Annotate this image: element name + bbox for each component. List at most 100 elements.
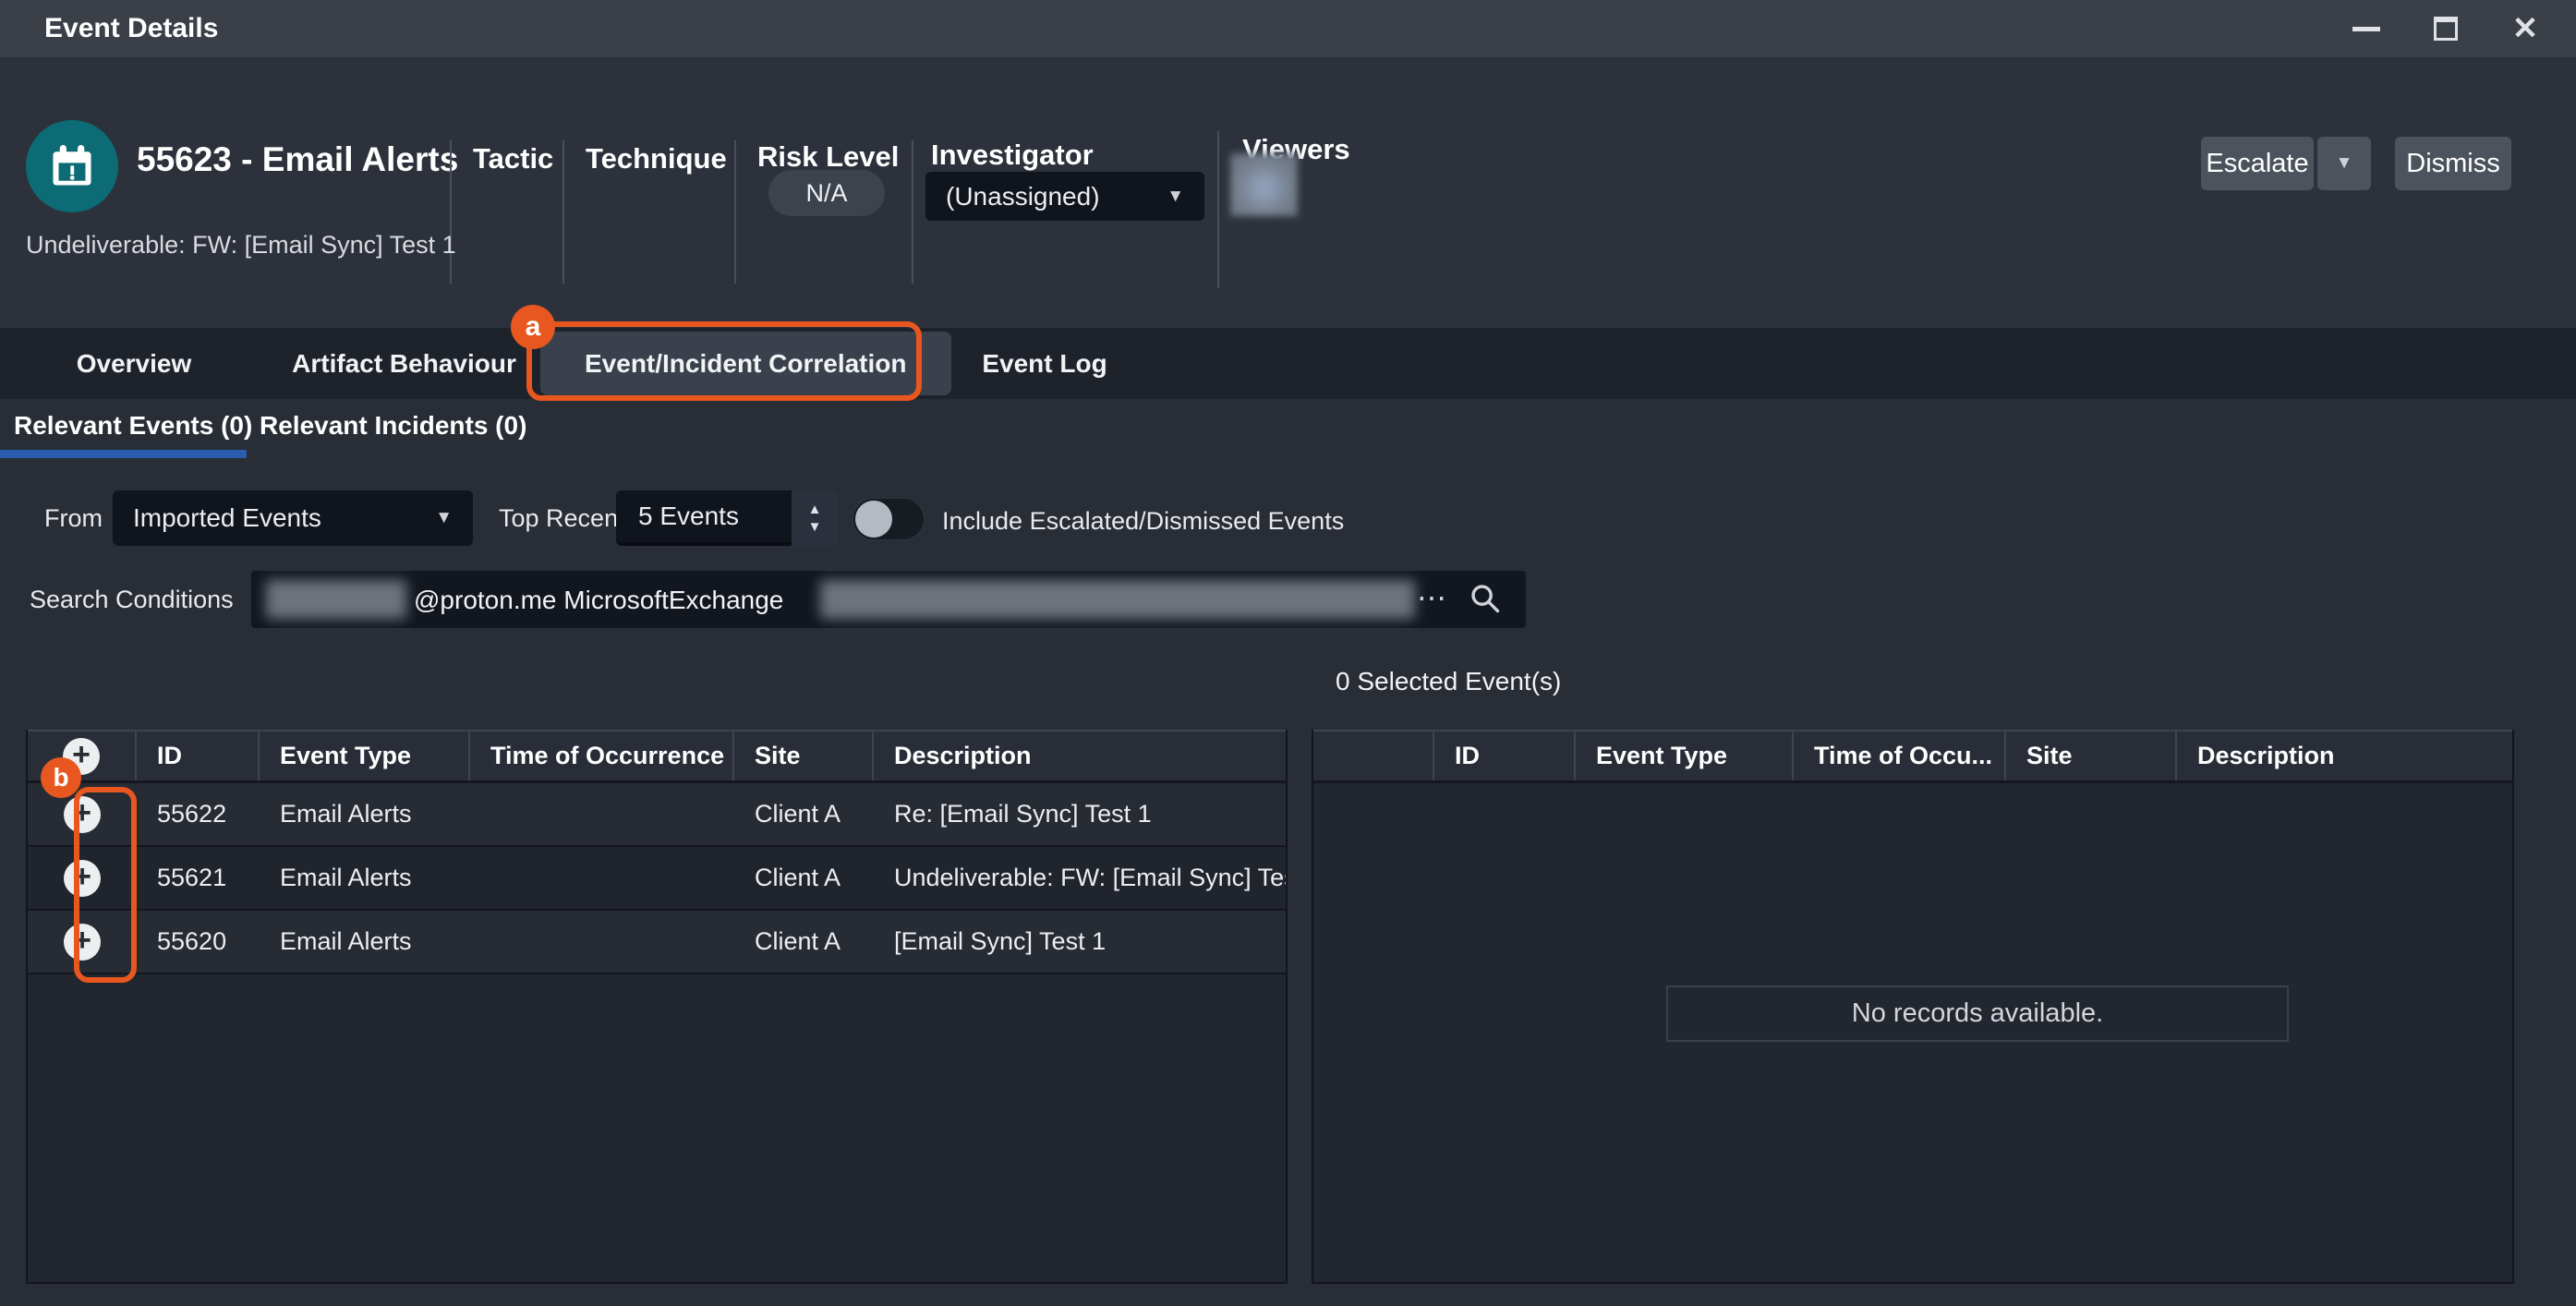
- event-title: 55623 - Email Alerts: [137, 140, 458, 179]
- minimize-button[interactable]: [2351, 13, 2382, 44]
- tab-event-incident-correlation[interactable]: Event/Incident Correlation: [540, 332, 951, 395]
- include-escalated-toggle[interactable]: [852, 497, 925, 541]
- subtab-relevant-events[interactable]: Relevant Events (0): [14, 411, 252, 441]
- header-divider: [912, 140, 913, 284]
- header-divider: [450, 140, 452, 284]
- table-row[interactable]: + 55621 Email Alerts Client A Undelivera…: [28, 847, 1286, 911]
- escalate-dropdown-button[interactable]: ▼: [2317, 137, 2371, 190]
- column-header-description[interactable]: Description: [2177, 732, 2512, 780]
- cell-time: [470, 847, 734, 909]
- column-header-description[interactable]: Description: [874, 732, 1286, 780]
- cell-event-type: Email Alerts: [260, 847, 470, 909]
- tab-artifact-behaviour[interactable]: Artifact Behaviour: [286, 328, 522, 399]
- column-header-site[interactable]: Site: [2006, 732, 2177, 780]
- tab-event-log[interactable]: Event Log: [979, 328, 1110, 399]
- selected-events-table: ID Event Type Time of Occu... Site Descr…: [1312, 730, 2514, 1284]
- include-escalated-label: Include Escalated/Dismissed Events: [942, 507, 1344, 536]
- close-icon: ✕: [2512, 13, 2539, 44]
- tab-strip: Overview Artifact Behaviour Event/Incide…: [0, 328, 2576, 399]
- stepper-up-icon: ▲: [808, 502, 822, 516]
- add-event-button[interactable]: +: [64, 924, 101, 961]
- stepper-down-icon: ▼: [808, 520, 822, 534]
- table-header-row: ID Event Type Time of Occu... Site Descr…: [1313, 730, 2512, 783]
- header-divider: [562, 140, 564, 284]
- header-divider: [1217, 131, 1219, 288]
- window-title: Event Details: [0, 13, 218, 44]
- redacted-text-block: [820, 580, 1415, 619]
- search-icon: [1469, 582, 1502, 615]
- cell-description: Re: [Email Sync] Test 1: [874, 783, 1286, 845]
- investigator-label: Investigator: [931, 139, 1094, 172]
- add-event-button[interactable]: +: [64, 860, 101, 897]
- subtab-relevant-incidents[interactable]: Relevant Incidents (0): [260, 411, 526, 441]
- top-recent-stepper[interactable]: ▲ ▼: [792, 490, 838, 546]
- calendar-alert-glyph: [45, 139, 99, 193]
- column-header-id[interactable]: ID: [1434, 732, 1576, 780]
- risk-level-badge: N/A: [768, 170, 885, 216]
- annotation-badge-b: b: [41, 757, 81, 798]
- table-row[interactable]: + 55620 Email Alerts Client A [Email Syn…: [28, 911, 1286, 974]
- escalate-button[interactable]: Escalate: [2201, 137, 2314, 190]
- column-header-event-type[interactable]: Event Type: [260, 732, 470, 780]
- maximize-button[interactable]: [2430, 13, 2461, 44]
- active-subtab-indicator: [0, 450, 247, 458]
- investigator-value: (Unassigned): [946, 182, 1100, 212]
- cell-id: 55622: [137, 783, 260, 845]
- event-calendar-alert-icon: [26, 120, 118, 212]
- no-records-message: No records available.: [1666, 986, 2289, 1042]
- cell-id: 55621: [137, 847, 260, 909]
- more-conditions-button[interactable]: ⋯: [1417, 580, 1446, 615]
- search-button[interactable]: [1469, 582, 1502, 620]
- cell-site: Client A: [734, 911, 874, 973]
- plus-icon: +: [73, 861, 91, 892]
- toggle-knob: [855, 501, 892, 538]
- annotation-badge-a: a: [511, 305, 555, 349]
- cell-event-type: Email Alerts: [260, 783, 470, 845]
- table-header-row: + ID Event Type Time of Occurrence Site …: [28, 730, 1286, 783]
- from-select[interactable]: Imported Events ▼: [113, 490, 473, 546]
- column-header-event-type[interactable]: Event Type: [1576, 732, 1794, 780]
- title-bar: Event Details ✕: [0, 0, 2576, 57]
- viewer-avatar: [1230, 153, 1298, 216]
- plus-icon: +: [73, 797, 91, 828]
- search-visible-text: @proton.me MicrosoftExchange: [414, 586, 783, 615]
- header-divider: [734, 140, 736, 284]
- column-header-time[interactable]: Time of Occu...: [1794, 732, 2006, 780]
- cell-time: [470, 783, 734, 845]
- event-header: 55623 - Email Alerts Tactic Technique Ri…: [0, 57, 2576, 328]
- column-header-time[interactable]: Time of Occurrence: [470, 732, 734, 780]
- column-header-site[interactable]: Site: [734, 732, 874, 780]
- close-button[interactable]: ✕: [2509, 13, 2541, 44]
- window-controls: ✕: [2351, 13, 2576, 44]
- plus-icon: +: [73, 925, 91, 956]
- dismiss-button[interactable]: Dismiss: [2395, 137, 2511, 190]
- search-conditions-input[interactable]: @proton.me MicrosoftExchange ⋯: [251, 571, 1526, 628]
- add-event-button[interactable]: +: [64, 796, 101, 833]
- tab-overview[interactable]: Overview: [55, 328, 212, 399]
- cell-time: [470, 911, 734, 973]
- cell-description: [Email Sync] Test 1: [874, 911, 1286, 973]
- chevron-down-icon: ▼: [1167, 187, 1184, 207]
- cell-id: 55620: [137, 911, 260, 973]
- from-label: From: [44, 504, 103, 533]
- tactic-label: Tactic: [473, 142, 553, 175]
- investigator-select[interactable]: (Unassigned) ▼: [925, 172, 1204, 221]
- search-conditions-label: Search Conditions: [30, 586, 234, 614]
- event-details-window: Event Details ✕ 55623 - Email Alerts Tac…: [0, 0, 2576, 1306]
- top-recent-input[interactable]: 5 Events: [616, 490, 792, 546]
- maximize-icon: [2434, 17, 2458, 41]
- remove-column-header: [1313, 732, 1434, 780]
- chevron-down-icon: ▼: [2336, 153, 2353, 174]
- cell-site: Client A: [734, 783, 874, 845]
- from-value: Imported Events: [133, 503, 321, 533]
- table-row[interactable]: + 55622 Email Alerts Client A Re: [Email…: [28, 783, 1286, 847]
- minimize-icon: [2352, 27, 2380, 31]
- cell-site: Client A: [734, 847, 874, 909]
- top-recent-label: Top Recent: [499, 504, 625, 533]
- event-subject: Undeliverable: FW: [Email Sync] Test 1: [26, 231, 456, 260]
- technique-label: Technique: [586, 142, 727, 175]
- relevant-events-table: + ID Event Type Time of Occurrence Site …: [26, 730, 1288, 1284]
- chevron-down-icon: ▼: [435, 508, 453, 528]
- column-header-id[interactable]: ID: [137, 732, 260, 780]
- cell-event-type: Email Alerts: [260, 911, 470, 973]
